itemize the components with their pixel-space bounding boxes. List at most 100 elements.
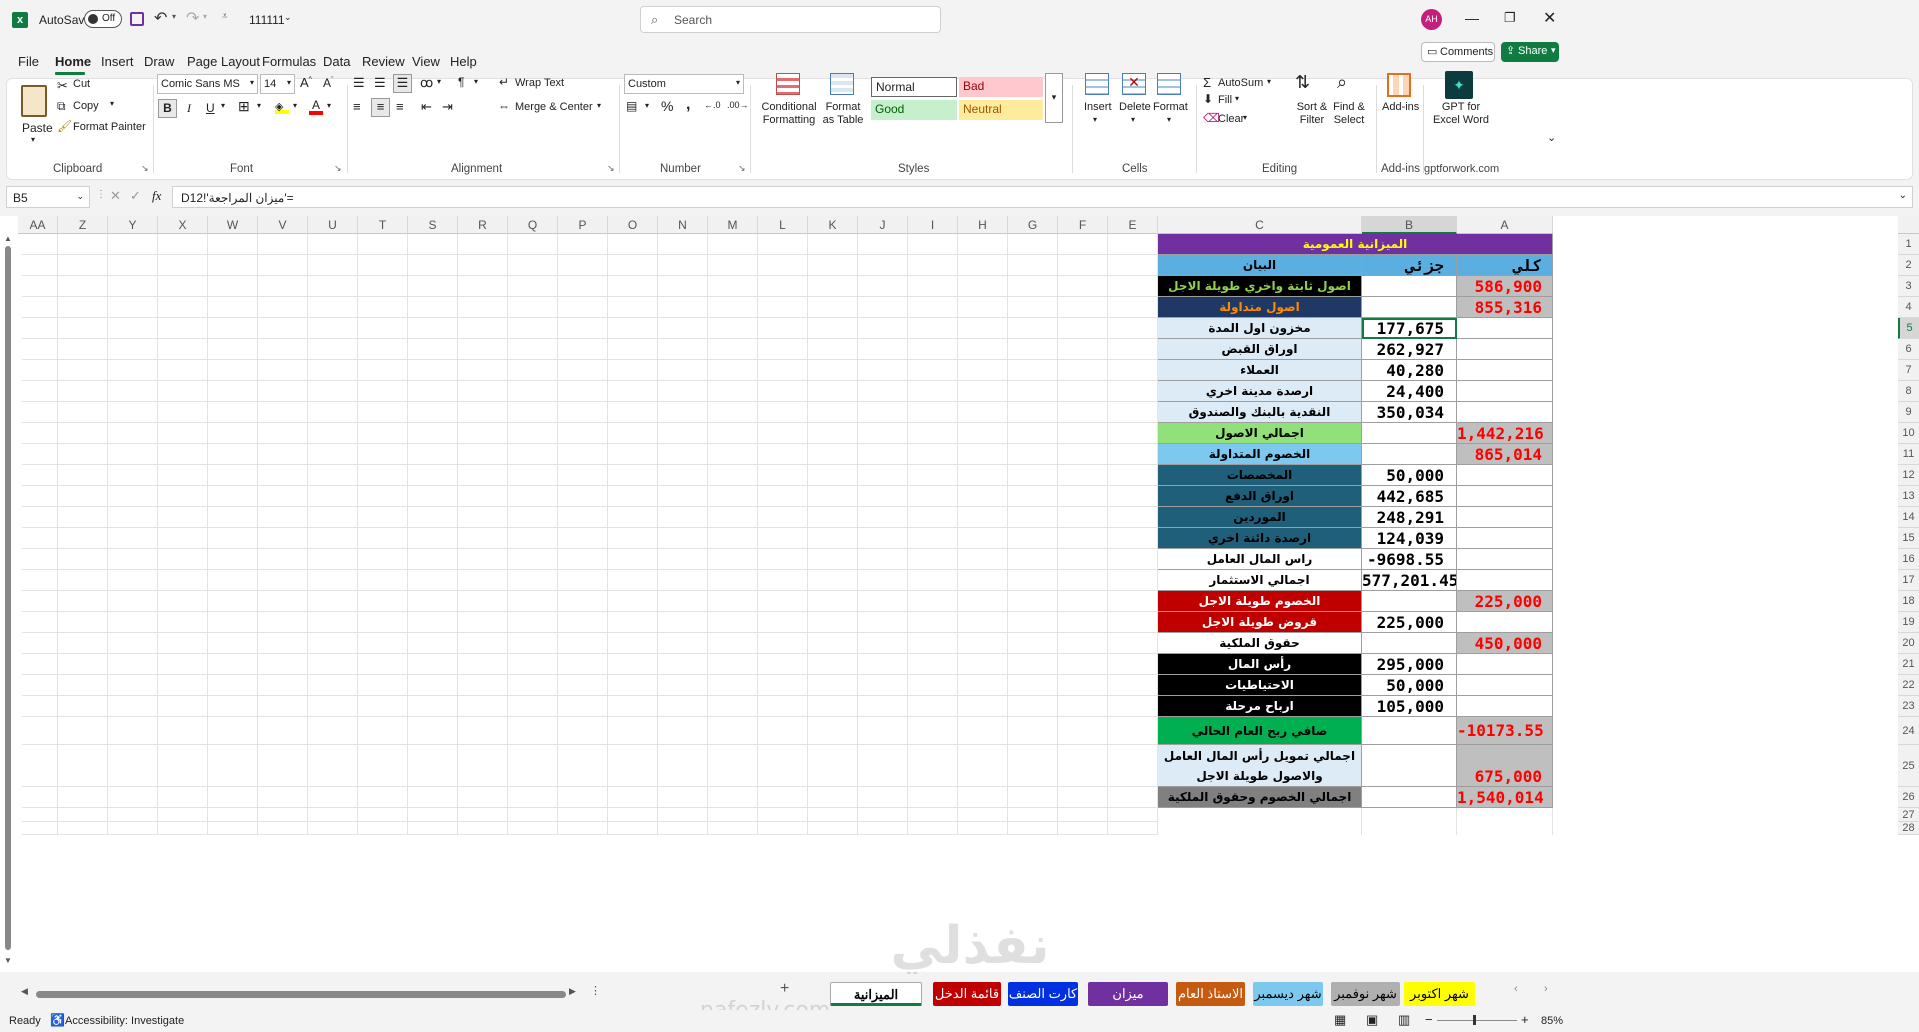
row-header[interactable]: 20 bbox=[1898, 633, 1919, 654]
accessibility-icon[interactable]: ♿ bbox=[50, 1013, 65, 1027]
tab-file[interactable]: File bbox=[18, 54, 39, 69]
sheet-tab[interactable]: قائمة الدخل bbox=[933, 982, 1001, 1006]
label-cell[interactable]: اجمالي الخصوم وحقوق الملكية bbox=[1158, 787, 1362, 808]
total-value-cell[interactable] bbox=[1457, 381, 1553, 402]
row-header[interactable]: 23 bbox=[1898, 696, 1919, 717]
style-bad[interactable]: Bad bbox=[959, 77, 1043, 97]
merge-center-label[interactable]: Merge & Center bbox=[515, 101, 593, 113]
label-cell[interactable]: اوراق القبض bbox=[1158, 339, 1362, 360]
row-header[interactable]: 7 bbox=[1898, 360, 1919, 381]
scroll-left-icon[interactable]: ◀ bbox=[21, 986, 28, 997]
text-direction-chevron-icon[interactable]: ▾ bbox=[474, 77, 478, 86]
conditional-formatting-icon[interactable] bbox=[776, 73, 800, 95]
label-cell[interactable]: اجمالي تمويل رأس المال العامل والاصول طو… bbox=[1158, 745, 1362, 787]
styles-more-button[interactable]: ▾ bbox=[1045, 73, 1063, 123]
partial-value-cell[interactable]: 50,000 bbox=[1362, 465, 1457, 486]
total-value-cell[interactable] bbox=[1457, 318, 1553, 339]
column-header[interactable]: Y bbox=[108, 216, 158, 234]
accessibility-status[interactable]: Accessibility: Investigate bbox=[65, 1015, 184, 1027]
undo-dropdown-icon[interactable]: ▾ bbox=[172, 12, 176, 21]
worksheet-grid[interactable]: AA Z Y X W V U T S R Q P O N M L K J I H G F E C B A 1 2 3 4 5 6 7 8 9 10 1… bbox=[0, 216, 1919, 976]
partial-value-cell[interactable]: 350,034 bbox=[1362, 402, 1457, 423]
row-header[interactable]: 10 bbox=[1898, 423, 1919, 444]
decrease-decimal-icon[interactable]: .00→ bbox=[727, 100, 749, 110]
label-cell[interactable]: اجمالي الاستثمار bbox=[1158, 570, 1362, 591]
sheet-tab[interactable]: شهر ديسمبر bbox=[1253, 982, 1323, 1006]
partial-value-cell[interactable]: 24,400 bbox=[1362, 381, 1457, 402]
number-format-select[interactable]: Custom ▾ bbox=[624, 74, 744, 94]
save-icon[interactable] bbox=[130, 12, 144, 26]
vertical-scroll-thumb[interactable] bbox=[5, 246, 11, 950]
insert-function-icon[interactable]: fx bbox=[152, 188, 161, 204]
total-value-cell[interactable]: -10173.55 bbox=[1457, 717, 1553, 745]
column-header[interactable]: A bbox=[1457, 216, 1553, 234]
orientation-icon[interactable]: ꝏ bbox=[420, 75, 433, 91]
align-right-icon[interactable]: ≡ bbox=[396, 99, 404, 114]
column-header[interactable]: J bbox=[858, 216, 908, 234]
borders-chevron-icon[interactable]: ▾ bbox=[257, 101, 261, 110]
find-select-label[interactable]: Find & Select bbox=[1329, 101, 1369, 127]
comma-icon[interactable]: , bbox=[686, 96, 690, 114]
total-value-cell[interactable] bbox=[1457, 402, 1553, 423]
wrap-text-icon[interactable]: ↵ bbox=[499, 75, 509, 89]
column-header[interactable]: I bbox=[908, 216, 958, 234]
column-header[interactable]: W bbox=[208, 216, 258, 234]
row-header[interactable]: 5 bbox=[1898, 318, 1919, 339]
scroll-right-icon[interactable]: ▶ bbox=[569, 986, 576, 997]
align-center-button[interactable]: ≡ bbox=[371, 98, 390, 117]
label-cell[interactable]: الخصوم طويلة الاجل bbox=[1158, 591, 1362, 612]
delete-chevron-icon[interactable]: ▾ bbox=[1131, 115, 1135, 124]
tab-page-layout[interactable]: Page Layout bbox=[187, 54, 260, 69]
column-header[interactable]: S bbox=[408, 216, 458, 234]
sheet-tab[interactable]: الميزانية العمومية bbox=[830, 982, 922, 1026]
column-header[interactable]: C bbox=[1158, 216, 1362, 234]
row-header[interactable]: 1 bbox=[1898, 234, 1919, 255]
column-header[interactable]: G bbox=[1008, 216, 1058, 234]
restore-icon[interactable]: ❐ bbox=[1504, 10, 1516, 26]
copy-icon[interactable]: ⧉ bbox=[57, 99, 66, 114]
addins-icon[interactable] bbox=[1387, 73, 1411, 97]
number-launcher-icon[interactable]: ↘ bbox=[738, 163, 746, 174]
vertical-scrollbar[interactable]: ▲ ▼ bbox=[4, 234, 12, 965]
partial-value-cell[interactable] bbox=[1362, 297, 1457, 318]
sheet-tab[interactable]: كارت الصنف bbox=[1008, 982, 1078, 1006]
partial-value-cell[interactable]: 262,927 bbox=[1362, 339, 1457, 360]
label-cell[interactable]: الخصوم المتداولة bbox=[1158, 444, 1362, 465]
select-all-corner[interactable] bbox=[1898, 216, 1919, 234]
label-cell[interactable]: قروض طويلة الاجل bbox=[1158, 612, 1362, 633]
partial-value-cell[interactable] bbox=[1362, 423, 1457, 444]
label-cell[interactable]: حقوق الملكية bbox=[1158, 633, 1362, 654]
row-header[interactable]: 28 bbox=[1898, 822, 1919, 835]
title-cell[interactable]: الميزانية العمومية bbox=[1158, 234, 1553, 255]
sort-filter-icon[interactable]: ⇅ bbox=[1295, 72, 1310, 93]
row-header[interactable]: 21 bbox=[1898, 654, 1919, 675]
row-header[interactable]: 11 bbox=[1898, 444, 1919, 465]
user-avatar[interactable]: AH bbox=[1421, 9, 1442, 30]
name-box[interactable]: B5 ⌄ bbox=[6, 186, 90, 208]
column-header[interactable]: K bbox=[808, 216, 858, 234]
sheet-tab[interactable]: شهر نوفمبر bbox=[1331, 982, 1400, 1006]
column-header[interactable]: F bbox=[1058, 216, 1108, 234]
minimize-icon[interactable]: — bbox=[1465, 10, 1479, 26]
zoom-level[interactable]: 85% bbox=[1541, 1015, 1563, 1027]
search-box[interactable]: ⌕ Search bbox=[640, 6, 941, 33]
add-sheet-icon[interactable]: + bbox=[780, 980, 789, 998]
column-header[interactable]: AA bbox=[18, 216, 58, 234]
conditional-formatting-label[interactable]: Conditional Formatting bbox=[759, 101, 819, 127]
align-bottom-button[interactable]: ☰ bbox=[393, 74, 412, 93]
redo-icon[interactable]: ↷ bbox=[186, 8, 199, 28]
row-header[interactable]: 8 bbox=[1898, 381, 1919, 402]
tab-insert[interactable]: Insert bbox=[101, 54, 134, 69]
font-color-chevron-icon[interactable]: ▾ bbox=[327, 101, 331, 110]
row-header[interactable]: 26 bbox=[1898, 787, 1919, 808]
total-value-cell[interactable] bbox=[1457, 528, 1553, 549]
paste-label[interactable]: Paste bbox=[22, 121, 53, 135]
font-name-select[interactable]: Comic Sans MS ▾ bbox=[157, 74, 258, 94]
column-header[interactable]: B bbox=[1362, 216, 1457, 234]
insert-cells-label[interactable]: Insert bbox=[1084, 101, 1112, 113]
delete-cells-label[interactable]: Delete bbox=[1119, 101, 1151, 113]
column-header[interactable]: M bbox=[708, 216, 758, 234]
file-name[interactable]: 111111 bbox=[249, 13, 285, 27]
sheet-prev-icon[interactable]: ‹ bbox=[1514, 983, 1518, 995]
column-header[interactable]: O bbox=[608, 216, 658, 234]
